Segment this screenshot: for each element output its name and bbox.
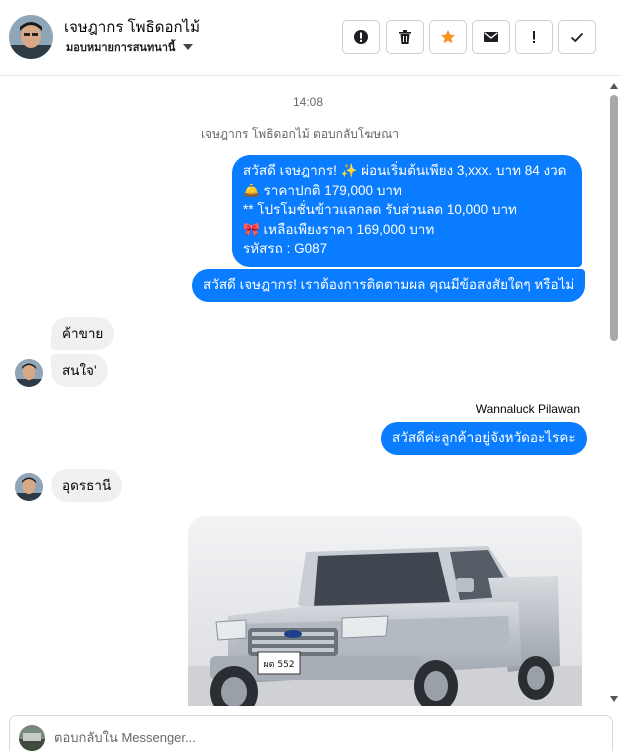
trash-icon bbox=[399, 30, 411, 44]
composer-footer bbox=[0, 706, 621, 751]
page-avatar bbox=[19, 725, 45, 751]
ad-line-5: รหัสรถ : G087 bbox=[243, 241, 328, 256]
contact-avatar[interactable] bbox=[9, 15, 53, 59]
star-icon bbox=[441, 30, 455, 44]
scroll-up-arrow-icon[interactable] bbox=[610, 83, 618, 89]
system-note: เจษฎากร โพธิดอกไม้ ตอบกลับโฆษณา bbox=[200, 127, 400, 141]
contact-avatar-small[interactable] bbox=[15, 359, 43, 387]
caret-down-icon bbox=[183, 44, 194, 50]
contact-avatar-small[interactable] bbox=[15, 473, 43, 501]
done-button[interactable] bbox=[558, 20, 596, 54]
contact-name[interactable]: เจษฎากร โพธิดอกไม้ bbox=[64, 15, 200, 39]
conversation-header: เจษฎากร โพธิดอกไม้ มอบหมายการสนทนานี้ bbox=[0, 0, 621, 76]
delete-button[interactable] bbox=[386, 20, 424, 54]
ad-line-2: 🛎️ ราคาปกติ 179,000 บาท bbox=[243, 182, 402, 198]
reply-input[interactable] bbox=[54, 726, 594, 748]
scrollbar-thumb[interactable] bbox=[610, 95, 618, 341]
report-button[interactable] bbox=[342, 20, 380, 54]
star-button[interactable] bbox=[429, 20, 467, 54]
check-icon bbox=[570, 32, 584, 43]
truck-image: ผต 552 bbox=[188, 516, 582, 706]
exclamation-icon bbox=[533, 31, 535, 43]
assign-conversation-label: มอบหมายการสนทนานี้ bbox=[66, 42, 176, 54]
message-timestamp: 14:08 bbox=[292, 95, 324, 109]
thread-scrollbar[interactable] bbox=[607, 77, 621, 706]
incoming-message[interactable]: ค้าขาย bbox=[51, 317, 115, 350]
ad-line-4: 🎀 เหลือเพียงราคา 169,000 บาท bbox=[243, 221, 435, 237]
outgoing-follow-up-message[interactable]: สวัสดี เจษฎากร! เราต้องการติดตามผล คุณมี… bbox=[192, 269, 586, 302]
agent-name: Wannaluck Pilawan bbox=[475, 402, 580, 416]
incoming-message[interactable]: อุดรธานี bbox=[51, 469, 123, 502]
outgoing-ad-message[interactable]: สวัสดี เจษฎากร! ✨ ผ่อนเริ่มต้นเพียง 3,xx… bbox=[232, 155, 582, 267]
ad-line-1: สวัสดี เจษฎากร! ✨ ผ่อนเริ่มต้นเพียง 3,xx… bbox=[243, 163, 567, 178]
scroll-down-arrow-icon[interactable] bbox=[610, 696, 618, 702]
ad-line-3: ** โปรโมชั่นข้าวแลกลด รับส่วนลด 10,000 บ… bbox=[243, 202, 517, 217]
reply-composer[interactable] bbox=[9, 715, 613, 751]
outgoing-agent-message[interactable]: สวัสดีค่ะลูกค้าอยู่จังหวัดอะไรคะ bbox=[381, 422, 587, 455]
mark-unread-button[interactable] bbox=[472, 20, 510, 54]
incoming-message[interactable]: สนใจ' bbox=[51, 354, 108, 387]
plate-text: ผต 552 bbox=[263, 660, 294, 670]
truck-photo-attachment[interactable]: ผต 552 bbox=[188, 516, 582, 706]
spam-button[interactable] bbox=[515, 20, 553, 54]
assign-conversation-dropdown[interactable]: มอบหมายการสนทนานี้ bbox=[66, 38, 194, 56]
alert-circle-icon bbox=[354, 30, 368, 44]
envelope-icon bbox=[484, 32, 498, 42]
message-thread[interactable]: 14:08 เจษฎากร โพธิดอกไม้ ตอบกลับโฆษณา สว… bbox=[0, 77, 621, 706]
